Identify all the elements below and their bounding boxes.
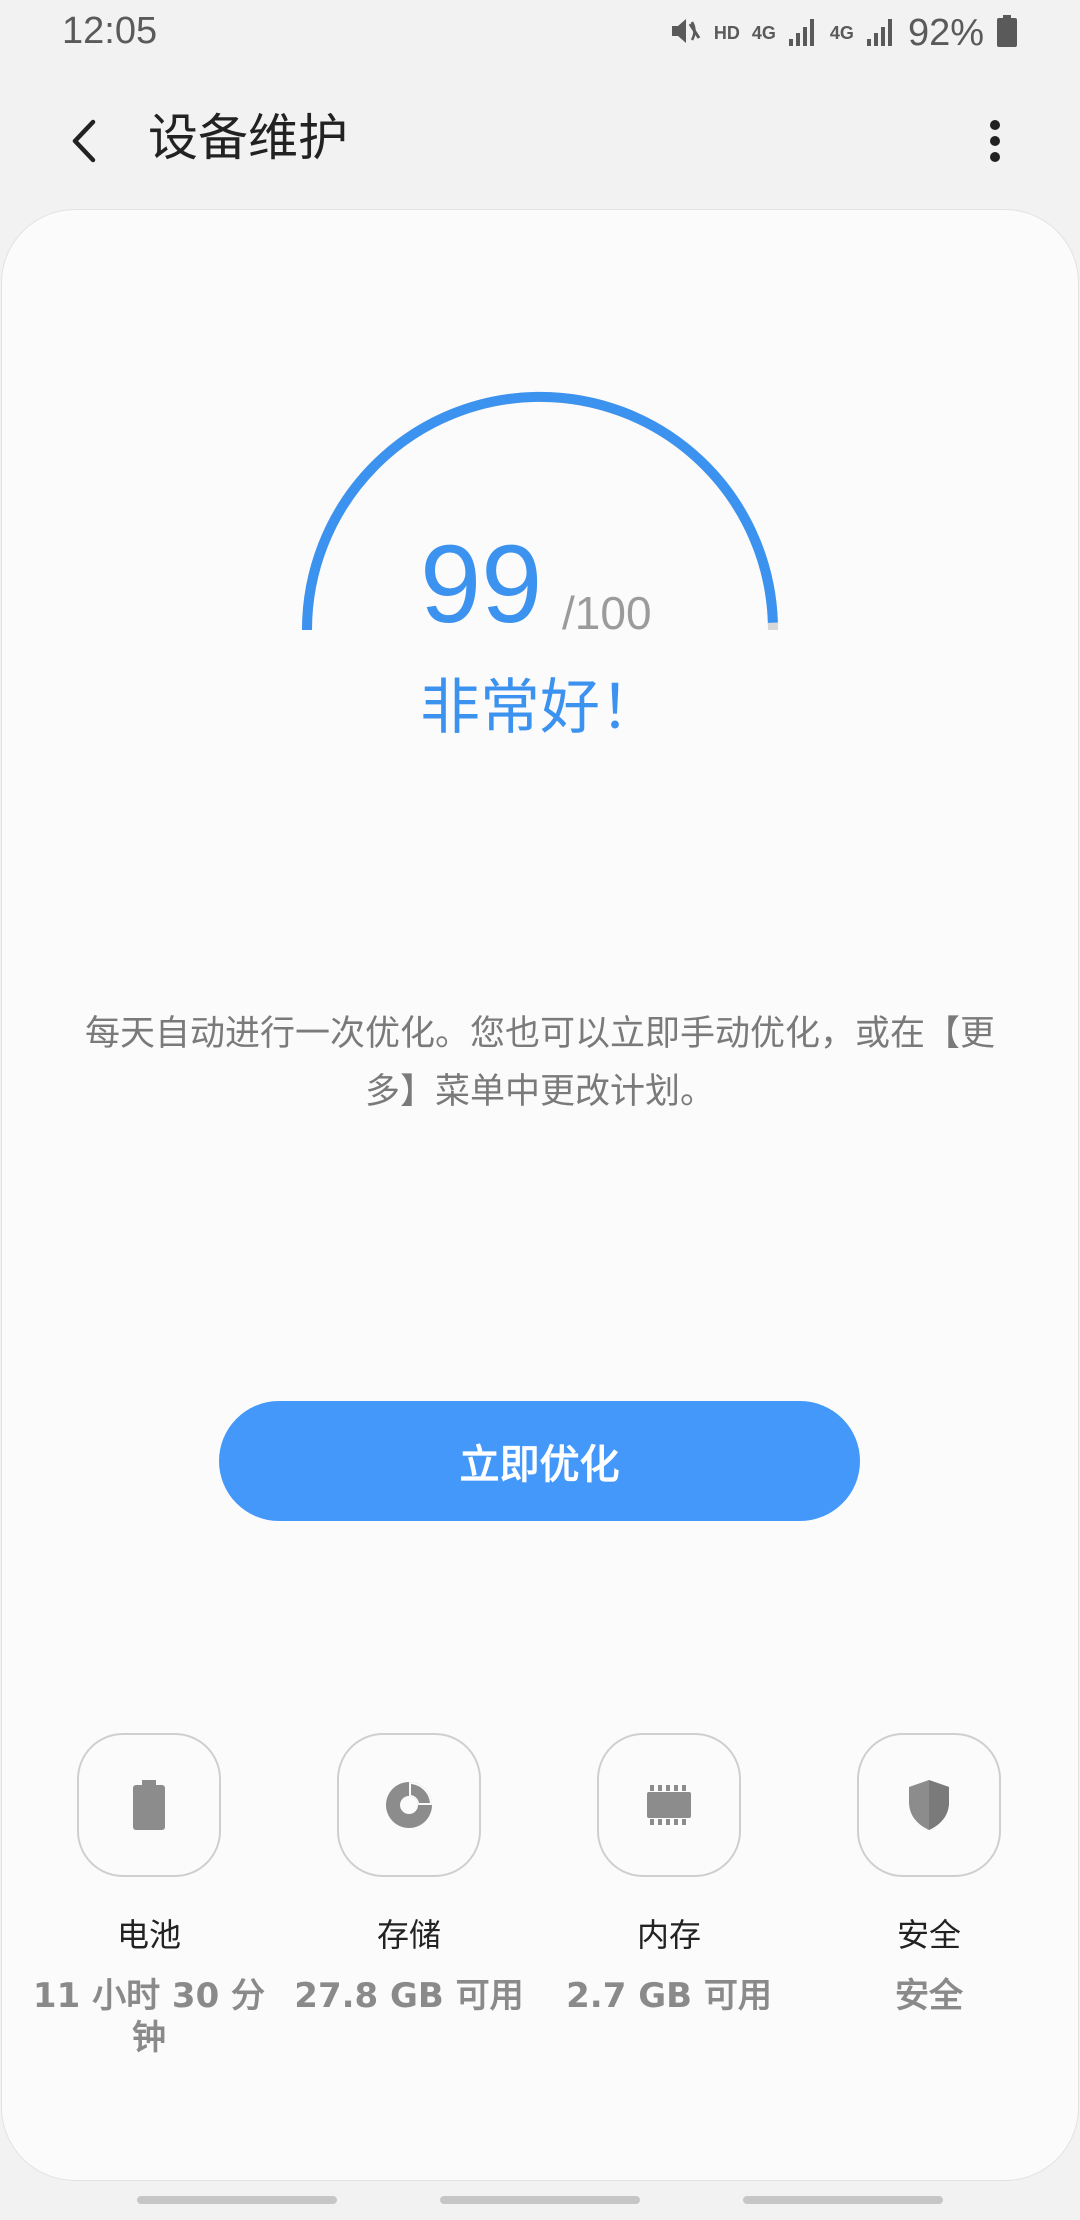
score-status: 非常好！: [420, 673, 660, 743]
mute-icon: [668, 14, 702, 52]
tile-value: 11 小时 30 分钟: [32, 1976, 266, 2058]
tile-battery[interactable]: 电池 11 小时 30 分钟: [19, 1733, 279, 2059]
tile-value: 安全: [895, 1976, 963, 2016]
tile-value: 27.8 GB 可用: [294, 1976, 524, 2016]
battery-percent: 92%: [907, 11, 984, 54]
more-options-button[interactable]: [960, 106, 1030, 176]
tile-security-button[interactable]: [857, 1733, 1001, 1877]
tile-memory[interactable]: 内存 2.7 GB 可用: [539, 1733, 799, 2017]
tile-storage[interactable]: 存储 27.8 GB 可用: [279, 1733, 539, 2017]
status-time: 12:05: [62, 10, 158, 52]
back-button[interactable]: [50, 106, 120, 176]
hd-indicator: HD: [713, 22, 740, 43]
tile-label: 电池: [116, 1916, 181, 1954]
shield-icon: [909, 1780, 949, 1830]
network-type-1: 4G: [751, 22, 776, 43]
nav-home-hint[interactable]: [440, 2196, 640, 2204]
optimization-description: 每天自动进行一次优化。您也可以立即手动优化，或在【更多】菜单中更改计划。: [84, 1014, 995, 1112]
tile-battery-button[interactable]: [77, 1733, 221, 1877]
tile-security[interactable]: 安全 安全: [799, 1733, 1059, 2017]
score-max: /100: [562, 587, 652, 639]
back-arrow-icon: [72, 119, 96, 163]
tile-storage-button[interactable]: [337, 1733, 481, 1877]
battery-icon: [996, 14, 1018, 52]
tile-memory-button[interactable]: [597, 1733, 741, 1877]
page-title: 设备维护: [148, 109, 348, 167]
tile-label: 存储: [376, 1916, 441, 1954]
tile-label: 内存: [636, 1916, 701, 1954]
tile-label: 安全: [896, 1916, 961, 1954]
status-bar: 12:05 HD 4G 4G 92%: [0, 0, 1080, 66]
tile-value: 2.7 GB 可用: [566, 1976, 772, 2016]
battery-icon: [133, 1780, 165, 1830]
app-bar: 设备维护: [0, 88, 1080, 188]
signal-icon: [866, 15, 896, 51]
status-icons: HD 4G 4G 92%: [668, 10, 1018, 56]
memory-chip-icon: [647, 1785, 691, 1825]
optimize-now-button[interactable]: 立即优化: [219, 1401, 860, 1521]
nav-back-hint[interactable]: [743, 2196, 943, 2204]
nav-recents-hint[interactable]: [137, 2196, 337, 2204]
score-value: 99: [420, 523, 543, 646]
signal-icon: [788, 15, 818, 51]
network-type-2: 4G: [829, 22, 854, 43]
storage-pie-icon: [386, 1782, 432, 1828]
more-vert-icon: [990, 120, 1000, 162]
